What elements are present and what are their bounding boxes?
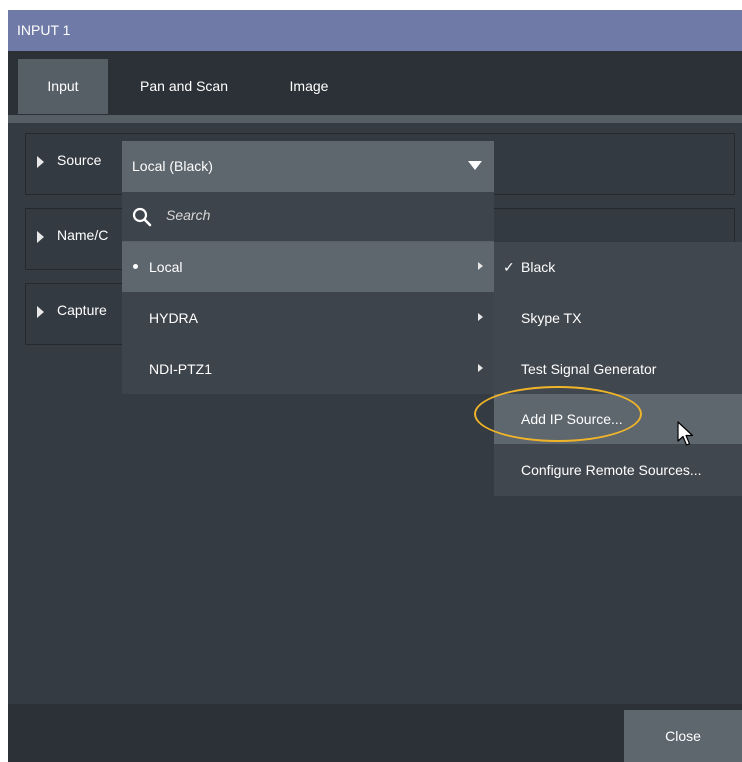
- menu-item-hydra[interactable]: HYDRA: [122, 293, 494, 343]
- menu-item-ndi-ptz1[interactable]: NDI-PTZ1: [122, 344, 494, 394]
- menu-item-label: NDI-PTZ1: [149, 361, 212, 377]
- search-field[interactable]: Search: [122, 192, 494, 242]
- menu-item-label: Local: [149, 259, 183, 275]
- source-menu: Search Local HYDRA NDI-PTZ1: [122, 192, 494, 394]
- tab-pan-and-scan[interactable]: Pan and Scan: [114, 59, 254, 114]
- menu-item-local[interactable]: Local: [122, 242, 494, 292]
- menu-item-label: HYDRA: [149, 310, 199, 326]
- search-icon: [132, 207, 152, 227]
- submenu-arrow-icon: [478, 313, 483, 321]
- tab-underline: [8, 115, 742, 123]
- submenu-item-label: Black: [521, 259, 556, 275]
- capture-section-label: Capture: [57, 302, 107, 318]
- highlight-ring: [474, 386, 642, 442]
- submenu-arrow-icon: [478, 364, 483, 372]
- input-dialog: INPUT 1 Input Pan and Scan Image Source …: [8, 10, 742, 762]
- source-dropdown[interactable]: Local (Black): [122, 141, 494, 192]
- name-section-label: Name/C: [57, 227, 109, 243]
- expand-arrow-icon[interactable]: [37, 156, 44, 168]
- expand-arrow-icon[interactable]: [37, 231, 44, 243]
- source-section-label: Source: [57, 152, 102, 168]
- submenu-item-configure-remote-sources[interactable]: Configure Remote Sources...: [494, 445, 742, 495]
- local-submenu: ✓ Black Skype TX Test Signal Generator A…: [494, 242, 742, 496]
- submenu-item-label: Configure Remote Sources...: [521, 462, 702, 478]
- source-dropdown-value: Local (Black): [132, 158, 213, 174]
- selected-bullet-icon: [133, 264, 138, 269]
- search-placeholder: Search: [166, 207, 211, 223]
- mouse-cursor-icon: [677, 421, 694, 446]
- submenu-item-label: Skype TX: [521, 310, 582, 326]
- submenu-item-black[interactable]: ✓ Black: [494, 242, 742, 292]
- submenu-item-skype-tx[interactable]: Skype TX: [494, 293, 742, 343]
- tab-input[interactable]: Input: [18, 59, 108, 114]
- submenu-arrow-icon: [478, 262, 483, 270]
- checkmark-icon: ✓: [503, 259, 515, 275]
- expand-arrow-icon[interactable]: [37, 306, 44, 318]
- tab-bar: Input Pan and Scan Image: [8, 51, 742, 115]
- tab-image[interactable]: Image: [260, 59, 358, 114]
- chevron-down-icon[interactable]: [468, 161, 482, 170]
- window-title: INPUT 1: [8, 10, 742, 51]
- close-button[interactable]: Close: [624, 710, 742, 762]
